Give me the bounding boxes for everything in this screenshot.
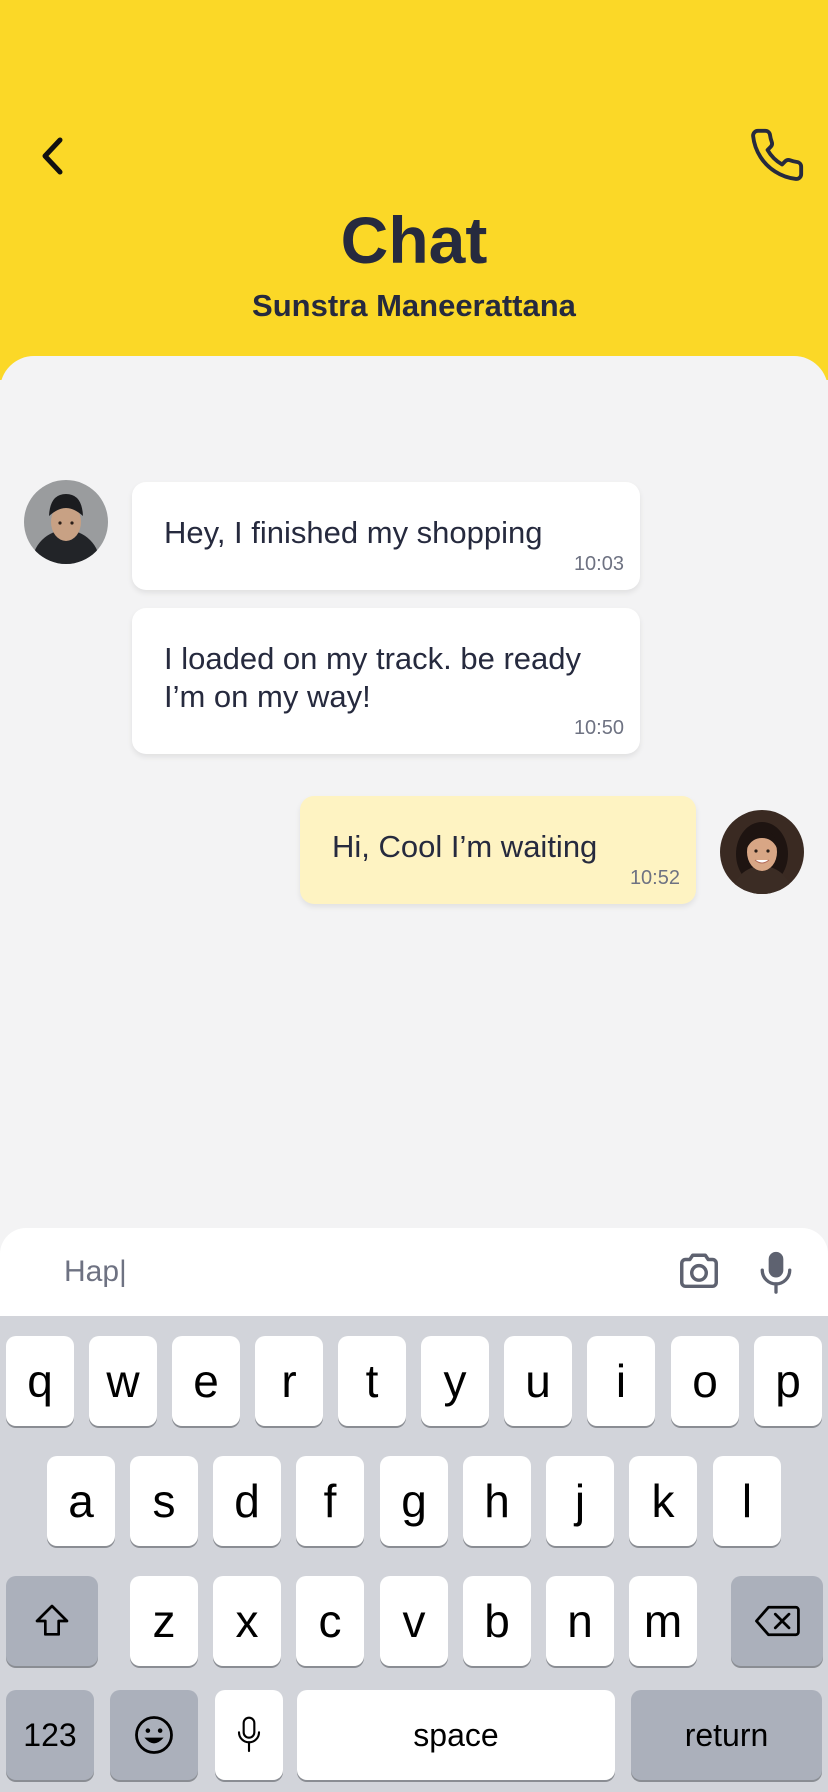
key-b[interactable]: b [463, 1576, 531, 1666]
back-button[interactable] [34, 132, 70, 180]
key-d[interactable]: d [213, 1456, 281, 1546]
key-t[interactable]: t [338, 1336, 406, 1426]
page-title: Chat [340, 203, 488, 277]
key-m[interactable]: m [629, 1576, 697, 1666]
shift-icon [35, 1604, 69, 1636]
microphone-icon [760, 1251, 792, 1294]
message-composer: Hap| [0, 1228, 828, 1316]
camera-icon [680, 1253, 718, 1289]
message-text: Hey, I finished my shopping [164, 515, 543, 550]
key-r[interactable]: r [255, 1336, 323, 1426]
chat-header: Chat Sunstra Maneerattana [0, 0, 828, 380]
numbers-key[interactable]: 123 [6, 1690, 94, 1780]
microphone-button[interactable] [754, 1248, 798, 1296]
contact-avatar[interactable] [24, 480, 108, 564]
key-l[interactable]: l [713, 1456, 781, 1546]
key-p[interactable]: p [754, 1336, 822, 1426]
key-k[interactable]: k [629, 1456, 697, 1546]
shift-key[interactable] [6, 1576, 98, 1666]
chevron-left-icon [42, 137, 63, 175]
message-time: 10:52 [629, 867, 680, 889]
user-avatar[interactable] [720, 810, 804, 894]
key-y[interactable]: y [421, 1336, 489, 1426]
key-f[interactable]: f [296, 1456, 364, 1546]
message-text: I loaded on my track. be ready I’m on my… [164, 641, 582, 714]
backspace-key[interactable] [731, 1576, 823, 1666]
key-a[interactable]: a [47, 1456, 115, 1546]
phone-icon [751, 128, 804, 181]
return-key[interactable]: return [631, 1690, 822, 1780]
onscreen-keyboard: q w e r t y u i o p a s d f g h j k l z … [0, 1316, 828, 1792]
key-q[interactable]: q [6, 1336, 74, 1426]
key-e[interactable]: e [172, 1336, 240, 1426]
backspace-icon [755, 1605, 800, 1637]
emoji-key[interactable] [110, 1690, 198, 1780]
message-bubble-outgoing[interactable]: Hi, Cool I’m waiting 10:52 [300, 796, 696, 904]
key-o[interactable]: o [671, 1336, 739, 1426]
key-n[interactable]: n [546, 1576, 614, 1666]
key-v[interactable]: v [380, 1576, 448, 1666]
camera-button[interactable] [676, 1248, 722, 1294]
key-s[interactable]: s [130, 1456, 198, 1546]
key-c[interactable]: c [296, 1576, 364, 1666]
dictation-key[interactable] [215, 1690, 283, 1780]
message-text: Hi, Cool I’m waiting [332, 829, 598, 864]
microphone-icon [237, 1716, 261, 1753]
space-key[interactable]: space [297, 1690, 615, 1780]
message-bubble-incoming[interactable]: I loaded on my track. be ready I’m on my… [132, 608, 640, 754]
key-j[interactable]: j [546, 1456, 614, 1546]
key-z[interactable]: z [130, 1576, 198, 1666]
key-w[interactable]: w [89, 1336, 157, 1426]
key-u[interactable]: u [504, 1336, 572, 1426]
call-button[interactable] [748, 126, 806, 184]
message-time: 10:50 [573, 717, 624, 739]
message-input[interactable]: Hap| [64, 1252, 127, 1292]
key-x[interactable]: x [213, 1576, 281, 1666]
key-i[interactable]: i [587, 1336, 655, 1426]
key-g[interactable]: g [380, 1456, 448, 1546]
message-time: 10:03 [573, 553, 624, 575]
emoji-icon [135, 1716, 173, 1754]
contact-name: Sunstra Maneerattana [252, 288, 576, 323]
key-h[interactable]: h [463, 1456, 531, 1546]
message-bubble-incoming[interactable]: Hey, I finished my shopping 10:03 [132, 482, 640, 590]
